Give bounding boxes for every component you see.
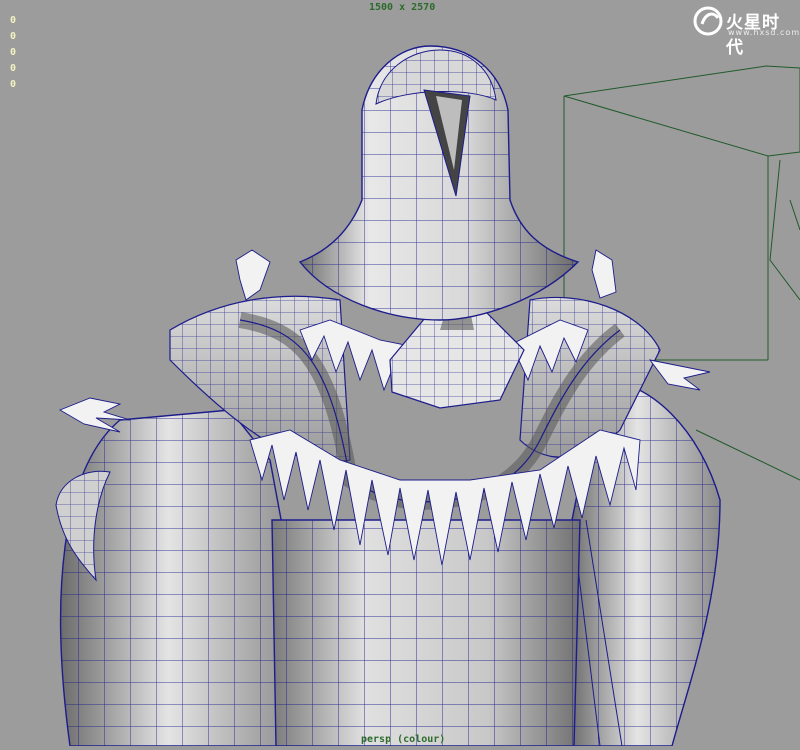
hud-stat: 0: [10, 79, 17, 90]
watermark-url: www.hxsd.com: [728, 28, 800, 37]
3d-viewport[interactable]: 1500 x 2570 0 0 0 0 0 火星时代 www.hxsd.com …: [0, 0, 800, 747]
resolution-gate-label: 1500 x 2570: [369, 2, 436, 13]
torso-mesh: [271, 519, 581, 747]
watermark-logo-icon: [693, 6, 723, 36]
scene-render: [55, 45, 800, 747]
hud-stats: 0 0 0 0 0: [10, 16, 16, 90]
neck-hood-mesh: [298, 45, 580, 321]
watermark: 火星时代 www.hxsd.com: [692, 4, 799, 58]
hud-stat: 0: [10, 15, 17, 26]
hud-stat: 0: [10, 47, 17, 58]
hud-stat: 0: [10, 31, 17, 42]
camera-label: persp (colour): [361, 734, 446, 745]
hud-stat: 0: [10, 63, 17, 74]
